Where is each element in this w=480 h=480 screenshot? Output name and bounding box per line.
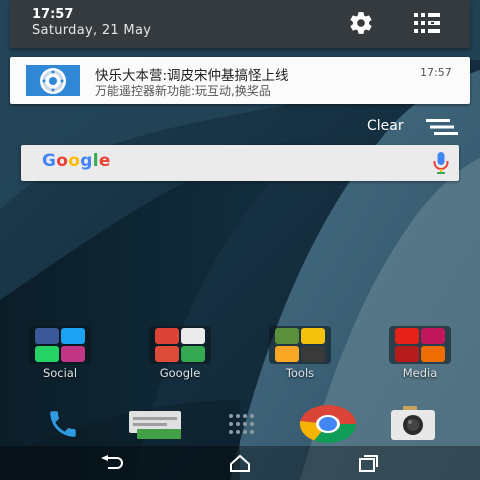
notification-text: 万能遥控器新功能:玩互动,换奖品 <box>95 84 271 98</box>
phone-icon <box>50 411 76 437</box>
mic-icon[interactable] <box>433 152 449 174</box>
google-logo-letter: o <box>56 151 69 171</box>
notification-shade-header: 17:57 Saturday, 21 May <box>10 0 470 48</box>
maps-icon <box>181 346 205 362</box>
google-logo: Google <box>42 151 111 171</box>
dock-app-drawer[interactable] <box>218 404 264 444</box>
chrome-icon <box>300 405 356 443</box>
home-button[interactable] <box>226 452 254 474</box>
camera-icon <box>391 406 435 440</box>
quick-settings-button[interactable] <box>412 10 442 36</box>
play-music-icon <box>421 346 445 362</box>
google-logo-letter: G <box>42 151 57 171</box>
folder-google[interactable] <box>149 326 211 364</box>
folder-label-social: Social <box>42 366 78 380</box>
gmail-icon <box>181 328 205 344</box>
whatsapp-icon <box>35 346 59 362</box>
messages-icon <box>129 411 181 439</box>
back-icon <box>101 455 123 469</box>
google-plus-icon <box>155 346 179 362</box>
instagram-icon <box>61 346 85 362</box>
folder-label-google: Google <box>159 366 201 380</box>
notes-icon <box>301 328 325 344</box>
folder-tools[interactable] <box>269 326 331 364</box>
folder-media[interactable] <box>389 326 451 364</box>
quick-settings-icon <box>414 13 440 33</box>
notification-card[interactable]: 快乐大本营:调皮宋仲基搞怪上线 万能遥控器新功能:玩互动,换奖品 17:57 <box>10 57 470 104</box>
recents-icon <box>359 455 378 472</box>
google-logo-letter: e <box>98 151 111 171</box>
dock-messages[interactable] <box>128 404 182 444</box>
folder-label-media: Media <box>402 366 438 380</box>
remote-control-icon <box>40 67 66 94</box>
tools-app-icon <box>275 328 299 344</box>
clear-all-icon <box>426 119 458 135</box>
home-icon <box>230 454 250 472</box>
folder-app-previews <box>395 328 445 362</box>
folder-social[interactable] <box>29 326 91 364</box>
google-search-bar[interactable]: Google <box>21 145 459 181</box>
dock-phone[interactable] <box>40 404 86 444</box>
back-button[interactable] <box>98 452 126 474</box>
folder-app-previews <box>35 328 85 362</box>
facebook-icon <box>35 328 59 344</box>
gear-icon <box>350 12 372 34</box>
clear-label: Clear <box>367 118 404 134</box>
date: Saturday, 21 May <box>32 23 152 38</box>
headphones-icon <box>395 346 419 362</box>
app-drawer-icon <box>229 414 254 434</box>
folder-label-tools: Tools <box>285 366 315 380</box>
notification-time: 17:57 <box>420 66 452 79</box>
notification-title: 快乐大本营:调皮宋仲基搞怪上线 <box>95 68 289 84</box>
folder-app-previews <box>275 328 325 362</box>
folder-app-previews <box>155 328 205 362</box>
clock: 17:57 <box>32 7 74 22</box>
navigation-bar <box>0 446 480 480</box>
chrome-icon <box>155 328 179 344</box>
dock-camera[interactable] <box>390 404 436 444</box>
voice-recorder-icon <box>301 346 325 362</box>
google-logo-letter: o <box>68 151 81 171</box>
clear-all-button[interactable]: Clear <box>364 116 464 138</box>
google-logo-letter: g <box>80 151 93 171</box>
notification-app-icon <box>26 65 80 96</box>
recents-button[interactable] <box>354 452 382 474</box>
dock-chrome[interactable] <box>298 404 358 444</box>
files-icon <box>275 346 299 362</box>
twitter-icon <box>61 328 85 344</box>
youtube-icon <box>395 328 419 344</box>
settings-button[interactable] <box>346 10 376 36</box>
music-icon <box>421 328 445 344</box>
